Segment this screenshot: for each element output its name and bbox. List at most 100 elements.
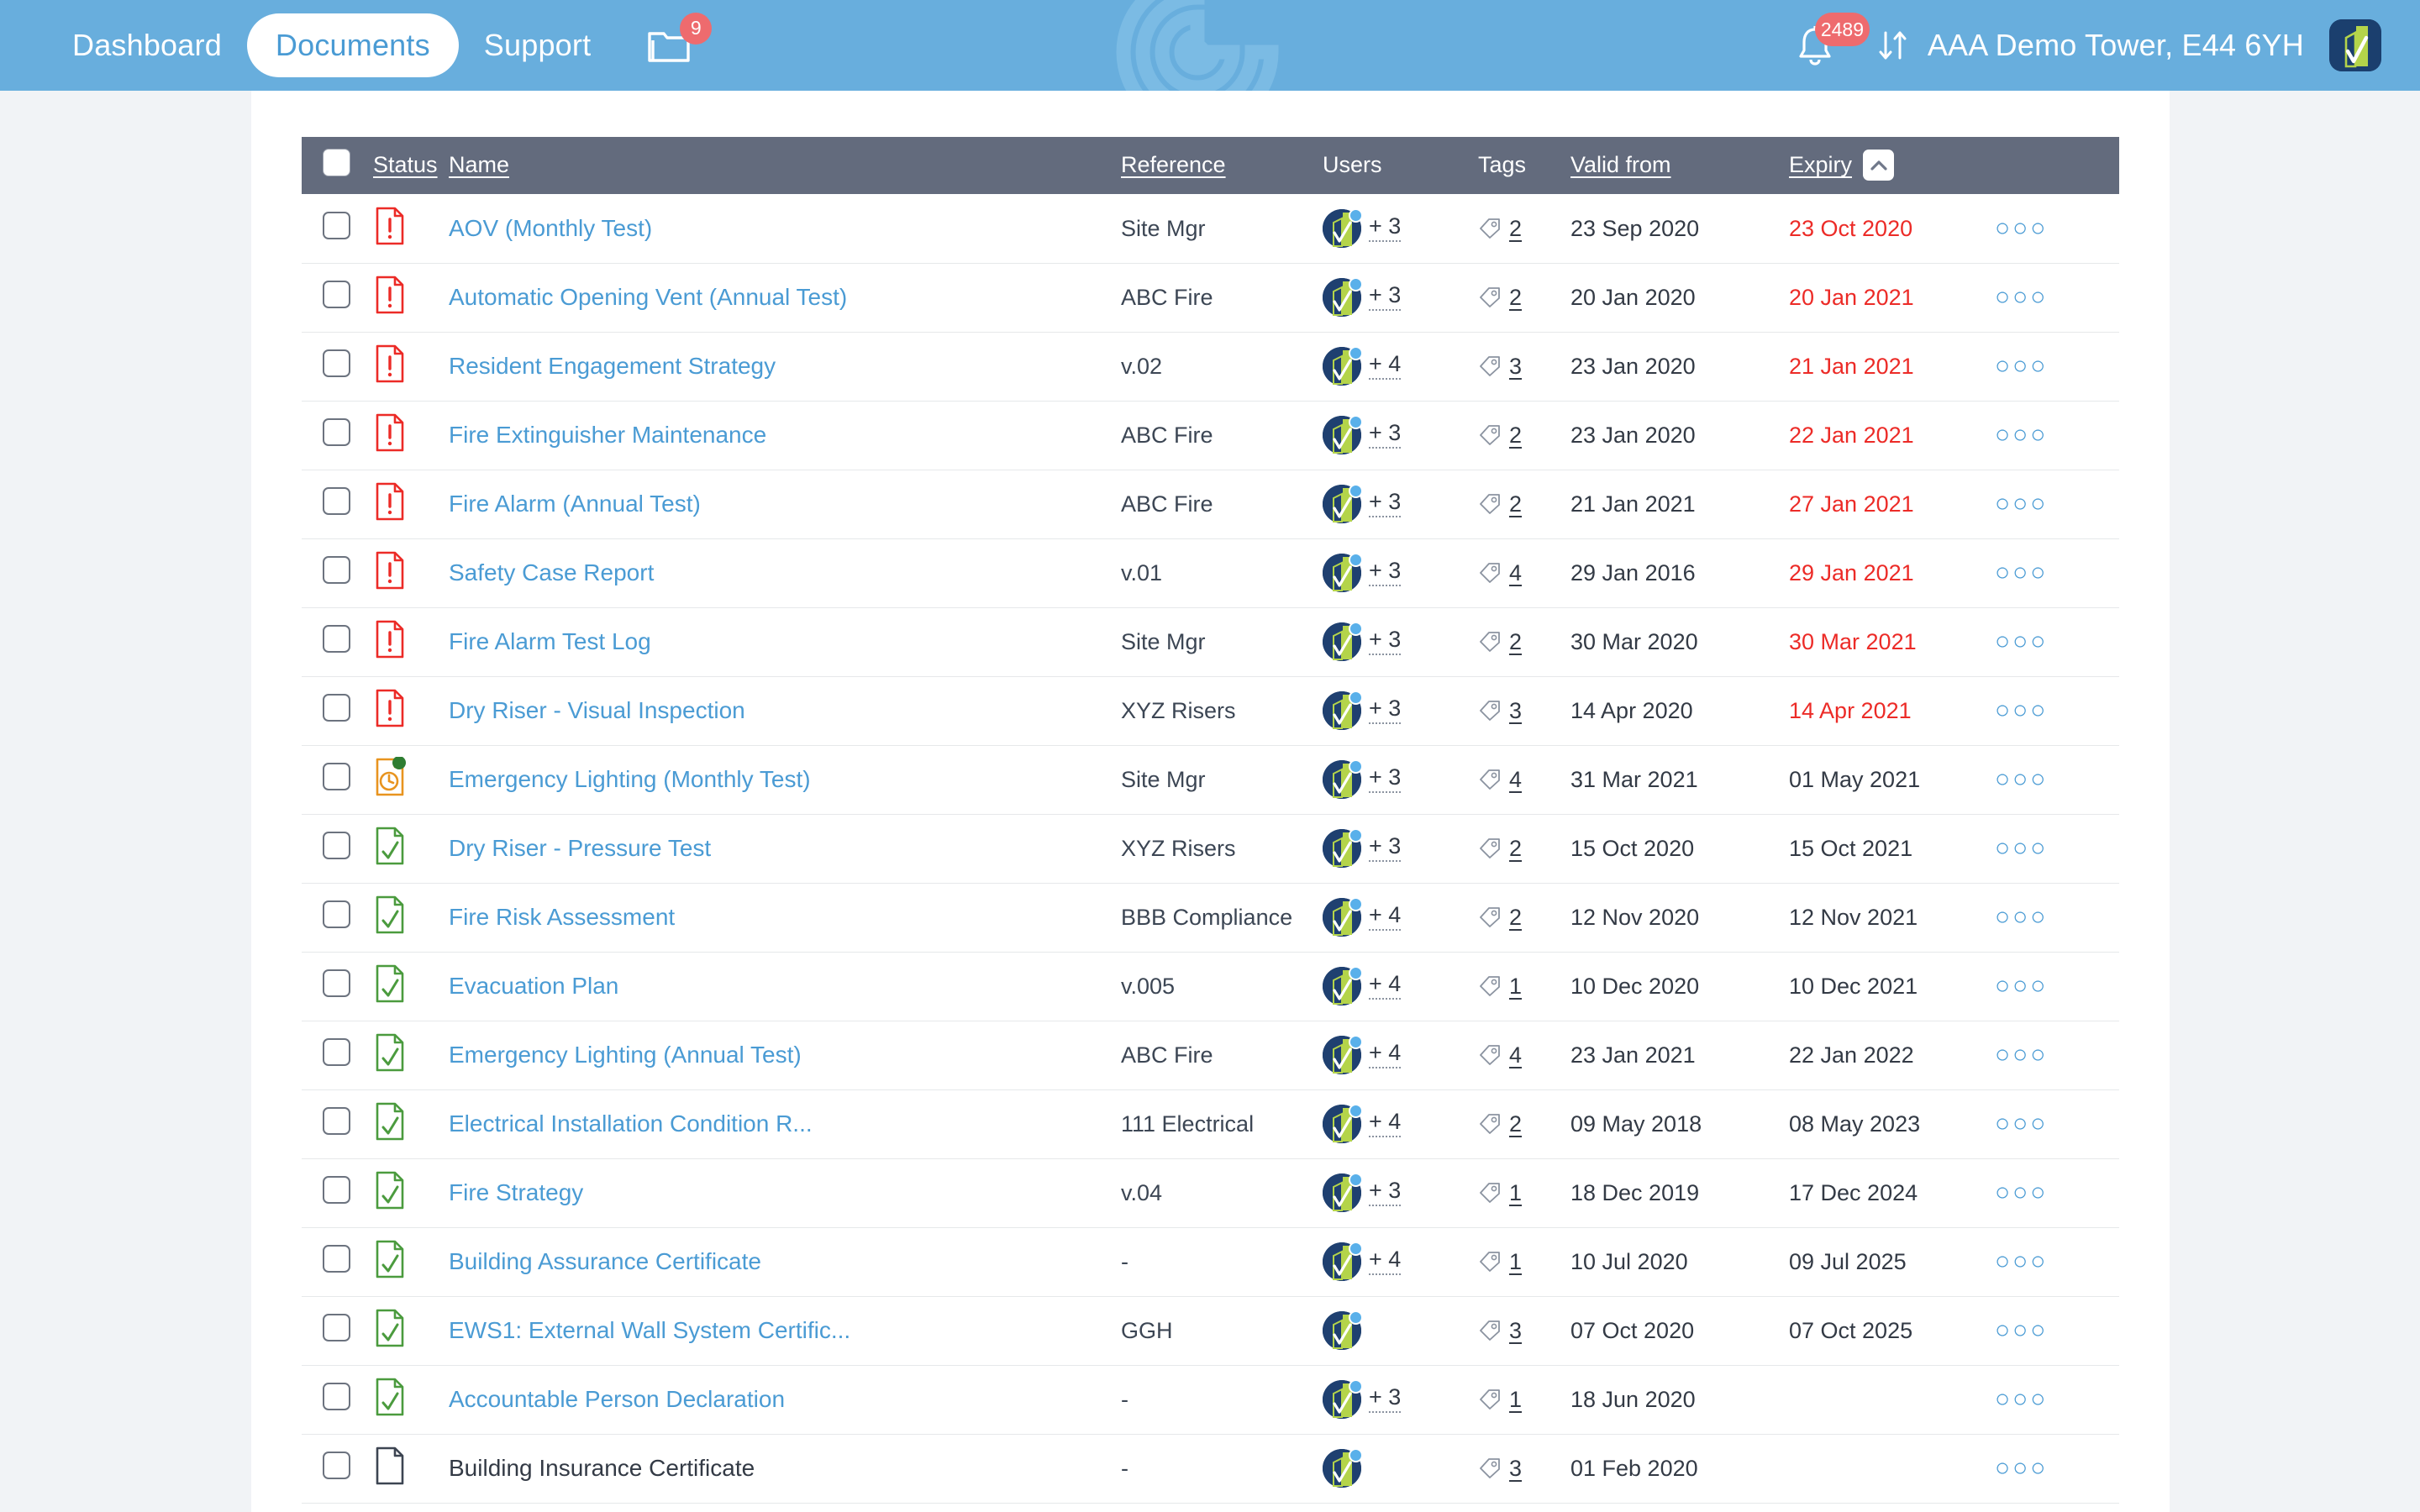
users-group[interactable] <box>1323 1310 1478 1350</box>
extra-users-count[interactable]: + 3 <box>1369 491 1402 517</box>
document-name-link[interactable]: Safety Case Report <box>449 559 654 585</box>
row-checkbox[interactable] <box>323 625 350 653</box>
table-row[interactable]: Safety Case Report v.01 + 3 4 29 Jan 201… <box>302 538 2119 607</box>
extra-users-count[interactable]: + 4 <box>1369 1110 1402 1137</box>
row-checkbox[interactable] <box>323 1176 350 1204</box>
users-group[interactable]: + 3 <box>1323 553 1478 592</box>
row-checkbox[interactable] <box>323 487 350 515</box>
table-row[interactable]: Fire Strategy v.04 + 3 1 18 Dec 2019 17 … <box>302 1158 2119 1227</box>
more-options-icon[interactable]: ○○○ <box>1995 1454 2048 1482</box>
tags-group[interactable]: 2 <box>1478 1111 1570 1137</box>
tag-count[interactable]: 1 <box>1509 974 1522 1000</box>
row-checkbox[interactable] <box>323 1314 350 1341</box>
more-options-icon[interactable]: ○○○ <box>1995 1041 2048 1068</box>
users-group[interactable]: + 3 <box>1323 828 1478 868</box>
select-all-checkbox[interactable] <box>323 148 350 176</box>
header-name[interactable]: Name <box>449 137 1121 194</box>
avatar[interactable] <box>1323 1242 1363 1281</box>
extra-users-count[interactable]: + 4 <box>1369 353 1402 380</box>
tags-group[interactable]: 1 <box>1478 1249 1570 1275</box>
document-name-link[interactable]: Electrical Installation Condition R... <box>449 1110 813 1137</box>
tags-group[interactable]: 1 <box>1478 974 1570 1000</box>
extra-users-count[interactable]: + 4 <box>1369 1248 1402 1275</box>
users-group[interactable]: + 3 <box>1323 1379 1478 1419</box>
users-group[interactable]: + 4 <box>1323 1242 1478 1281</box>
extra-users-count[interactable]: + 3 <box>1369 835 1402 862</box>
tag-count[interactable]: 1 <box>1509 1180 1522 1206</box>
users-group[interactable]: + 3 <box>1323 759 1478 799</box>
avatar[interactable] <box>1323 1104 1363 1143</box>
more-options-icon[interactable]: ○○○ <box>1995 1179 2048 1206</box>
building-name-label[interactable]: AAA Demo Tower, E44 6YH <box>1928 28 2304 63</box>
row-checkbox[interactable] <box>323 1038 350 1066</box>
avatar[interactable] <box>1323 346 1363 386</box>
row-checkbox[interactable] <box>323 556 350 584</box>
extra-users-count[interactable]: + 4 <box>1369 904 1402 931</box>
avatar[interactable] <box>1323 1448 1363 1488</box>
row-checkbox[interactable] <box>323 1245 350 1273</box>
document-name-link[interactable]: Emergency Lighting (Monthly Test) <box>449 766 811 792</box>
document-name-link[interactable]: Fire Alarm Test Log <box>449 628 651 654</box>
users-group[interactable]: + 3 <box>1323 484 1478 523</box>
table-row[interactable]: EWS1: External Wall System Certific... G… <box>302 1296 2119 1365</box>
sort-expiry-button[interactable] <box>1863 150 1895 181</box>
more-options-icon[interactable]: ○○○ <box>1995 352 2048 380</box>
avatar[interactable] <box>1323 484 1363 523</box>
nav-item-support[interactable]: Support <box>459 14 617 76</box>
table-row[interactable]: Fire Risk Assessment BBB Compliance + 4 <box>302 883 2119 952</box>
document-name-link[interactable]: Building Assurance Certificate <box>449 1248 761 1274</box>
table-row[interactable]: Building Assurance Certificate - + 4 1 1… <box>302 1227 2119 1296</box>
tag-count[interactable]: 1 <box>1509 1387 1522 1413</box>
table-row[interactable]: Resident Engagement Strategy v.02 + 4 3 … <box>302 332 2119 401</box>
tag-count[interactable]: 2 <box>1509 836 1522 862</box>
avatar[interactable] <box>1323 415 1363 454</box>
row-checkbox[interactable] <box>323 1452 350 1479</box>
more-options-icon[interactable]: ○○○ <box>1995 421 2048 449</box>
tags-group[interactable]: 2 <box>1478 836 1570 862</box>
more-options-icon[interactable]: ○○○ <box>1995 765 2048 793</box>
avatar[interactable] <box>1323 1035 1363 1074</box>
more-options-icon[interactable]: ○○○ <box>1995 283 2048 311</box>
extra-users-count[interactable]: + 3 <box>1369 697 1402 724</box>
switch-building-button[interactable] <box>1874 26 1912 65</box>
more-options-icon[interactable]: ○○○ <box>1995 490 2048 517</box>
tag-count[interactable]: 2 <box>1509 216 1522 242</box>
row-checkbox[interactable] <box>323 969 350 997</box>
avatar[interactable] <box>1323 553 1363 592</box>
avatar[interactable] <box>1323 1310 1363 1350</box>
tags-group[interactable]: 3 <box>1478 354 1570 380</box>
table-row[interactable]: Electrical Installation Condition R... 1… <box>302 1089 2119 1158</box>
users-group[interactable]: + 4 <box>1323 1104 1478 1143</box>
tags-group[interactable]: 1 <box>1478 1387 1570 1413</box>
tags-group[interactable]: 2 <box>1478 285 1570 311</box>
document-name-link[interactable]: Fire Strategy <box>449 1179 583 1205</box>
avatar[interactable] <box>1323 828 1363 868</box>
tags-group[interactable]: 2 <box>1478 216 1570 242</box>
avatar[interactable] <box>1323 208 1363 248</box>
extra-users-count[interactable]: + 3 <box>1369 559 1402 586</box>
document-name-link[interactable]: Emergency Lighting (Annual Test) <box>449 1042 802 1068</box>
extra-users-count[interactable]: + 3 <box>1369 766 1402 793</box>
more-options-icon[interactable]: ○○○ <box>1995 1385 2048 1413</box>
document-name-link[interactable]: Dry Riser - Visual Inspection <box>449 697 745 723</box>
row-checkbox[interactable] <box>323 900 350 928</box>
tags-group[interactable]: 1 <box>1478 1180 1570 1206</box>
document-name-link[interactable]: Fire Extinguisher Maintenance <box>449 422 766 448</box>
users-group[interactable]: + 4 <box>1323 346 1478 386</box>
extra-users-count[interactable]: + 4 <box>1369 1042 1402 1068</box>
tag-count[interactable]: 2 <box>1509 1111 1522 1137</box>
document-name-link[interactable]: Evacuation Plan <box>449 973 618 999</box>
row-checkbox[interactable] <box>323 694 350 722</box>
row-checkbox[interactable] <box>323 281 350 308</box>
row-checkbox[interactable] <box>323 418 350 446</box>
users-group[interactable]: + 3 <box>1323 690 1478 730</box>
tag-count[interactable]: 3 <box>1509 698 1522 724</box>
extra-users-count[interactable]: + 3 <box>1369 422 1402 449</box>
tag-count[interactable]: 4 <box>1509 560 1522 586</box>
tag-count[interactable]: 2 <box>1509 423 1522 449</box>
tags-group[interactable]: 3 <box>1478 698 1570 724</box>
more-options-icon[interactable]: ○○○ <box>1995 1316 2048 1344</box>
row-checkbox[interactable] <box>323 763 350 790</box>
notifications-button[interactable]: 2489 <box>1797 13 1870 66</box>
tags-group[interactable]: 2 <box>1478 423 1570 449</box>
